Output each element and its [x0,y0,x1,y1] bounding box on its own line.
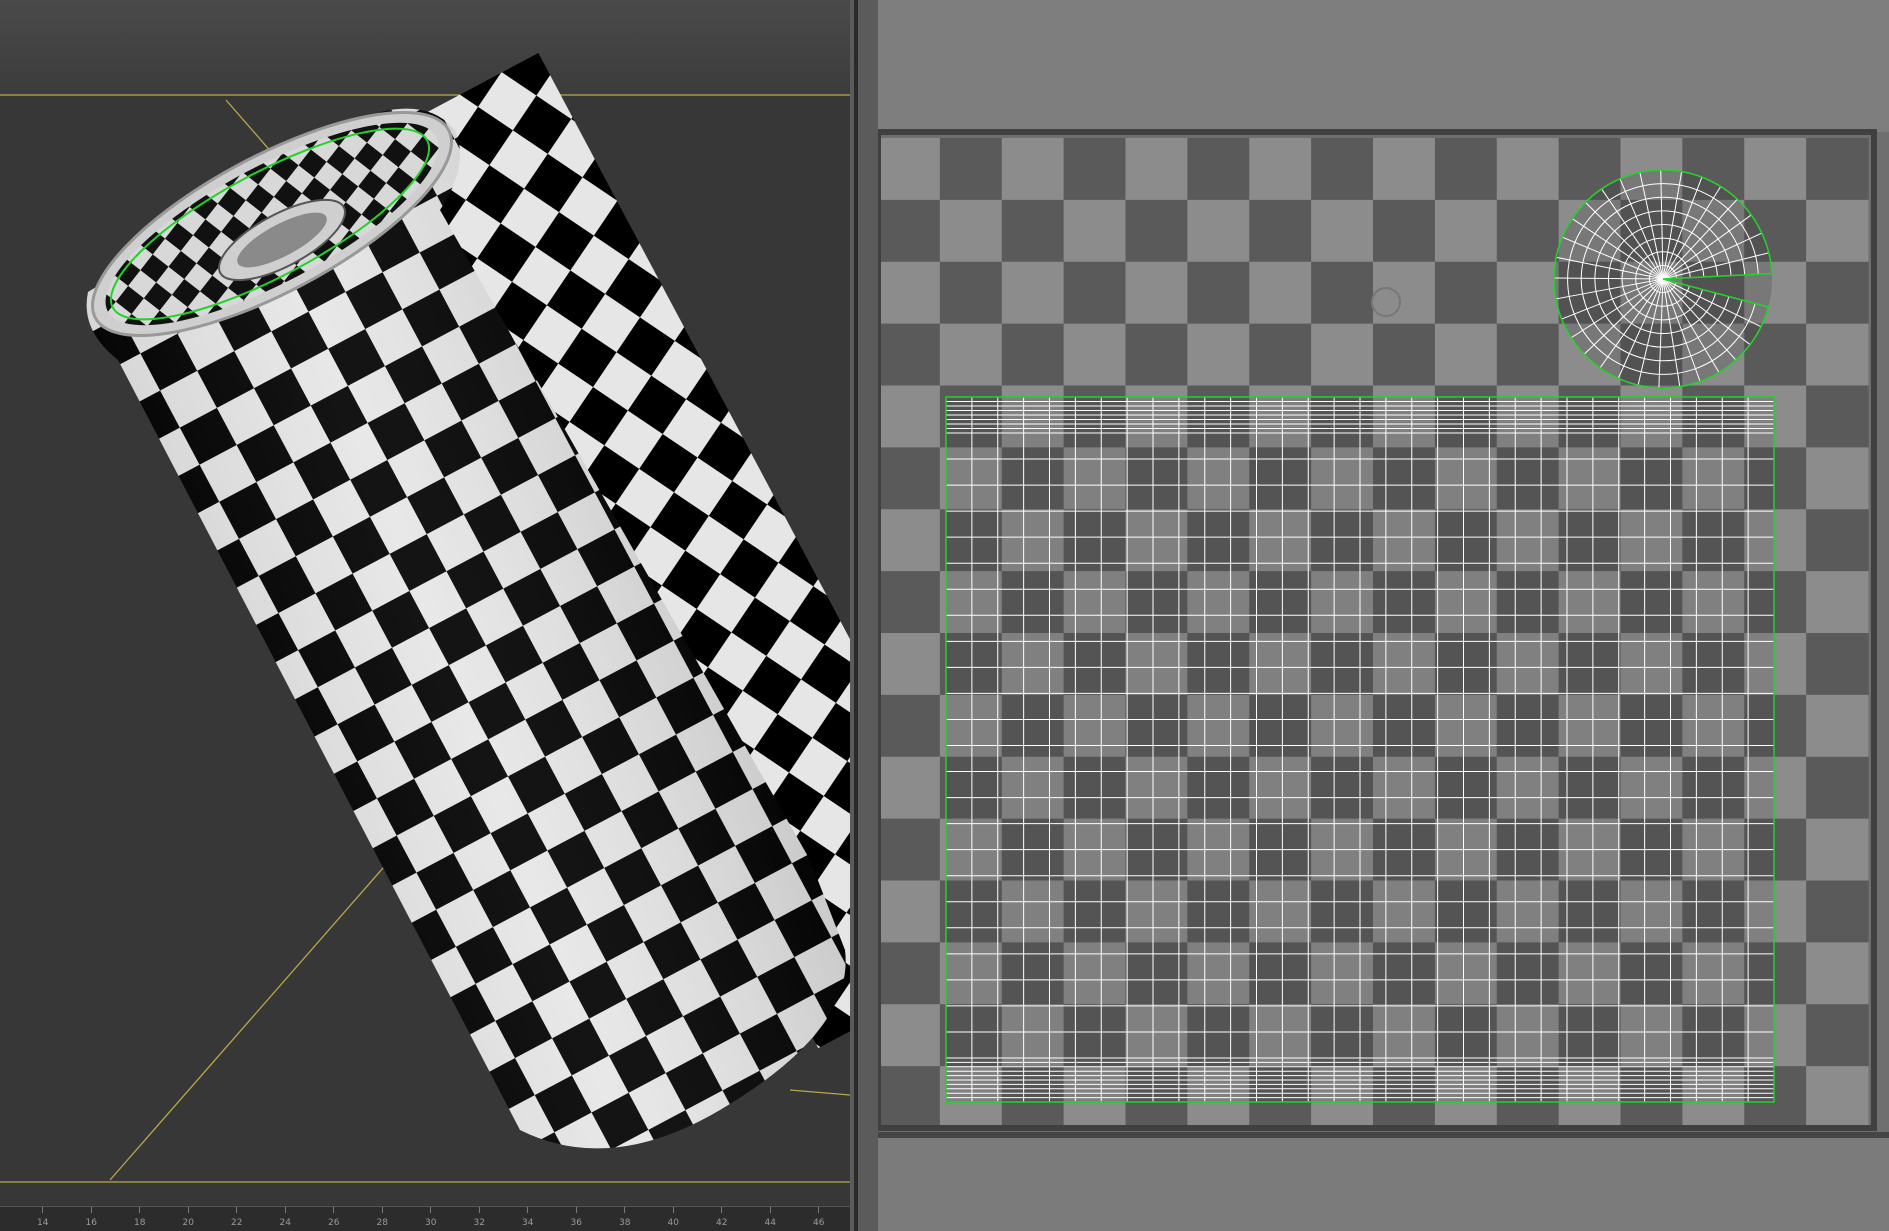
uv-editor[interactable] [878,0,1889,1231]
ruler-label: 28 [376,1218,388,1228]
ruler-tick [721,1207,722,1213]
ruler-tick [672,1207,674,1213]
timeline-ruler[interactable]: 14 16 18 20 22 24 26 28 30 32 34 36 38 40 42 44 46 [0,1206,850,1231]
ruler-tick [381,1207,383,1213]
ruler-label: 22 [231,1218,243,1228]
ruler-tick [284,1207,286,1213]
ruler-label: 34 [522,1218,534,1228]
3d-viewport[interactable]: 14 16 18 20 22 24 26 28 30 32 34 36 38 40 42 44 46 [0,0,850,1231]
viewport-scene[interactable] [0,0,850,1206]
ruler-tick [236,1207,237,1213]
uv-cap-shell[interactable] [1553,169,1773,389]
ruler-label: 44 [764,1218,776,1228]
ruler-label: 46 [813,1218,825,1228]
ruler-tick [333,1207,334,1213]
ruler-tick [90,1207,92,1213]
ruler-tick [42,1207,43,1213]
ruler-tick [187,1207,189,1213]
ruler-label: 32 [473,1218,485,1228]
ruler-tick [478,1207,480,1213]
ruler-tick [430,1207,431,1213]
splitter-divider [854,0,858,1231]
ruler-label: 40 [667,1218,679,1228]
ruler-label: 38 [619,1218,631,1228]
panel-splitter[interactable] [850,0,878,1231]
ruler-label: 42 [716,1218,728,1228]
ruler-label: 16 [85,1218,97,1228]
ruler-label: 18 [134,1218,146,1228]
uv-cylinder-shell[interactable] [945,396,1775,1103]
ruler-tick [818,1207,819,1213]
uv-editor-footer [878,1132,1889,1231]
ruler-tick [624,1207,625,1213]
ruler-tick [527,1207,528,1213]
ruler-label: 20 [182,1218,194,1228]
ruler-tick [769,1207,771,1213]
uv-canvas[interactable] [878,0,1889,1231]
ruler-label: 30 [425,1218,437,1228]
ruler-tick [575,1207,577,1213]
ruler-label: 24 [279,1218,291,1228]
ruler-label: 36 [570,1218,582,1228]
ruler-label: 26 [328,1218,340,1228]
ruler-label: 14 [37,1218,49,1228]
ruler-tick [139,1207,140,1213]
